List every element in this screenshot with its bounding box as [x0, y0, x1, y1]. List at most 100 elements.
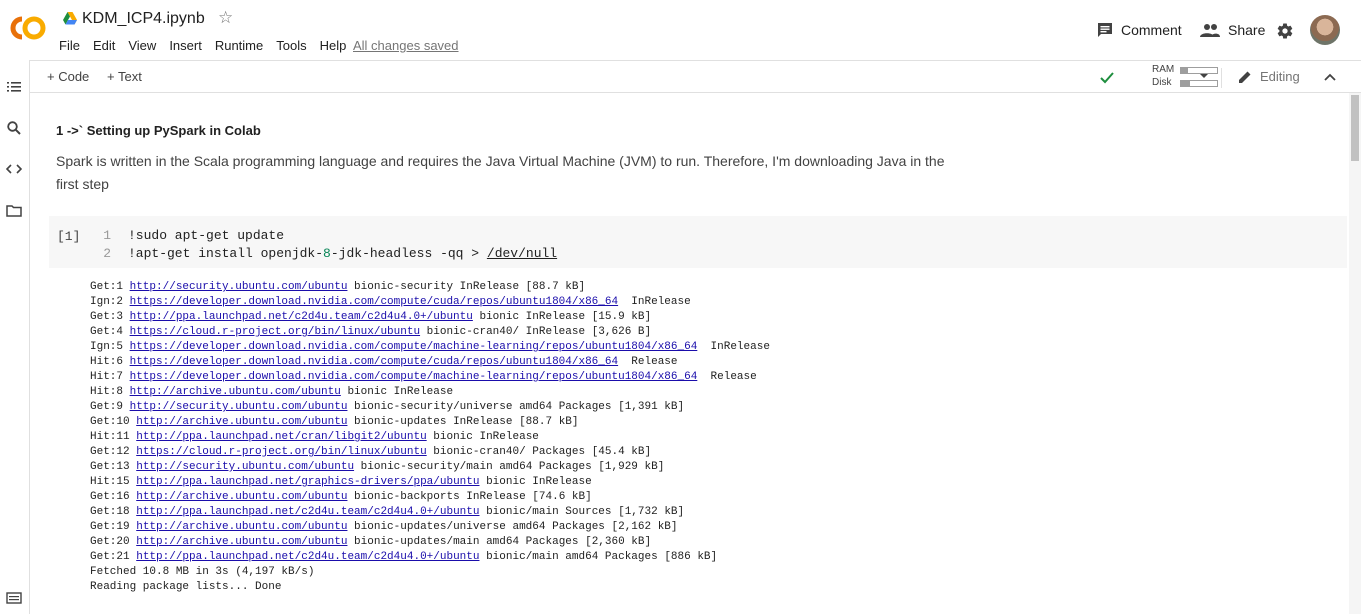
pencil-icon — [1239, 71, 1251, 83]
output-text: bionic InRelease — [479, 476, 592, 488]
code-number: 8 — [323, 246, 331, 261]
output-text: Release — [697, 371, 757, 383]
output-text: Ign:2 — [90, 296, 130, 308]
star-icon[interactable]: ☆ — [218, 8, 233, 28]
editing-label: Editing — [1260, 69, 1300, 84]
avatar[interactable] — [1310, 15, 1340, 45]
output-link[interactable]: https://developer.download.nvidia.com/co… — [130, 371, 698, 383]
people-icon — [1200, 24, 1220, 37]
share-label: Share — [1228, 22, 1266, 38]
output-text: InRelease — [697, 341, 770, 353]
output-line: Hit:11 http://ppa.launchpad.net/cran/lib… — [90, 430, 770, 445]
left-sidebar — [0, 60, 30, 614]
notebook-main: 1 ->` Setting up PySpark in Colab Spark … — [30, 93, 1361, 614]
code-line[interactable]: !apt-get install openjdk-8-jdk-headless … — [128, 246, 557, 261]
output-line: Get:1 http://security.ubuntu.com/ubuntu … — [90, 280, 770, 295]
save-status[interactable]: All changes saved — [353, 38, 459, 53]
menu-bar: File Edit View Insert Runtime Tools Help — [59, 38, 359, 53]
notebook-title[interactable]: KDM_ICP4.ipynb — [82, 10, 205, 28]
output-line: Hit:15 http://ppa.launchpad.net/graphics… — [90, 475, 770, 490]
share-button[interactable]: Share — [1200, 22, 1265, 38]
output-link[interactable]: http://archive.ubuntu.com/ubuntu — [136, 491, 347, 503]
add-text-button[interactable]: + Text — [107, 69, 142, 84]
menu-tools[interactable]: Tools — [276, 38, 306, 53]
comment-icon — [1098, 23, 1112, 37]
output-text: Hit:6 — [90, 356, 130, 368]
output-link[interactable]: http://security.ubuntu.com/ubuntu — [130, 281, 348, 293]
menu-file[interactable]: File — [59, 38, 80, 53]
code-path: /dev/null — [486, 246, 558, 261]
output-link[interactable]: https://developer.download.nvidia.com/co… — [130, 341, 698, 353]
output-link[interactable]: http://ppa.launchpad.net/c2d4u.team/c2d4… — [130, 311, 473, 323]
colab-logo-icon[interactable] — [8, 14, 48, 42]
output-link[interactable]: http://archive.ubuntu.com/ubuntu — [136, 416, 347, 428]
menu-help[interactable]: Help — [320, 38, 347, 53]
text-cell[interactable]: 1 ->` Setting up PySpark in Colab Spark … — [56, 123, 986, 196]
google-drive-icon — [63, 12, 77, 25]
output-text: bionic-cran40/ Packages [45.4 kB] — [426, 446, 652, 458]
menu-runtime[interactable]: Runtime — [215, 38, 263, 53]
output-text: bionic-security/main amd64 Packages [1,9… — [354, 461, 665, 473]
comment-label: Comment — [1121, 22, 1182, 38]
output-text: bionic-cran40/ InRelease [3,626 B] — [420, 326, 652, 338]
code-line[interactable]: !sudo apt-get update — [128, 228, 284, 243]
output-text: Hit:11 — [90, 431, 137, 443]
output-text: Get:20 — [90, 536, 137, 548]
chevron-up-icon[interactable] — [1324, 71, 1336, 83]
output-text: Get:13 — [90, 461, 137, 473]
chevron-down-icon[interactable] — [1198, 70, 1210, 82]
line-number: 2 — [103, 246, 111, 261]
output-text: InRelease — [618, 296, 691, 308]
output-link[interactable]: http://archive.ubuntu.com/ubuntu — [136, 536, 347, 548]
folder-icon[interactable] — [6, 203, 22, 219]
output-text: Get:1 — [90, 281, 130, 293]
output-link[interactable]: http://security.ubuntu.com/ubuntu — [130, 401, 348, 413]
output-text: bionic-updates/universe amd64 Packages [… — [347, 521, 678, 533]
output-link[interactable]: https://cloud.r-project.org/bin/linux/ub… — [136, 446, 426, 458]
output-text: Get:18 — [90, 506, 137, 518]
output-link[interactable]: https://developer.download.nvidia.com/co… — [130, 356, 618, 368]
menu-view[interactable]: View — [128, 38, 156, 53]
output-line: Get:13 http://security.ubuntu.com/ubuntu… — [90, 460, 770, 475]
output-line: Get:18 http://ppa.launchpad.net/c2d4u.te… — [90, 505, 770, 520]
output-link[interactable]: http://archive.ubuntu.com/ubuntu — [130, 386, 341, 398]
gear-icon[interactable] — [1276, 22, 1294, 40]
output-link[interactable]: http://ppa.launchpad.net/c2d4u.team/c2d4… — [136, 506, 479, 518]
output-link[interactable]: http://archive.ubuntu.com/ubuntu — [136, 521, 347, 533]
output-line: Get:10 http://archive.ubuntu.com/ubuntu … — [90, 415, 770, 430]
ram-usage-fill — [1181, 68, 1189, 73]
output-text: Reading package lists... Done — [90, 581, 282, 593]
output-text: Release — [618, 356, 678, 368]
scrollbar-thumb[interactable] — [1351, 95, 1359, 161]
vertical-scrollbar[interactable] — [1349, 93, 1361, 614]
output-link[interactable]: https://developer.download.nvidia.com/co… — [130, 296, 618, 308]
output-text: Get:10 — [90, 416, 137, 428]
output-link[interactable]: http://security.ubuntu.com/ubuntu — [136, 461, 354, 473]
output-link[interactable]: http://ppa.launchpad.net/cran/libgit2/ub… — [136, 431, 426, 443]
output-link[interactable]: https://cloud.r-project.org/bin/linux/ub… — [130, 326, 420, 338]
output-link[interactable]: http://ppa.launchpad.net/c2d4u.team/c2d4… — [136, 551, 479, 563]
output-line: Ign:2 https://developer.download.nvidia.… — [90, 295, 770, 310]
output-line: Get:19 http://archive.ubuntu.com/ubuntu … — [90, 520, 770, 535]
output-link[interactable]: http://ppa.launchpad.net/graphics-driver… — [136, 476, 479, 488]
output-line: Fetched 10.8 MB in 3s (4,197 kB/s) — [90, 565, 770, 580]
comment-button[interactable]: Comment — [1097, 22, 1182, 38]
search-icon[interactable] — [6, 120, 22, 136]
paragraph-line: first step — [56, 176, 109, 192]
cell-paragraph: Spark is written in the Scala programmin… — [56, 150, 986, 196]
code-cell[interactable]: [1] 1 2 !sudo apt-get update !apt-get in… — [49, 216, 1347, 268]
menu-insert[interactable]: Insert — [169, 38, 202, 53]
add-code-button[interactable]: + Code — [47, 69, 89, 84]
menu-edit[interactable]: Edit — [93, 38, 115, 53]
terminal-icon[interactable] — [6, 590, 22, 606]
table-of-contents-icon[interactable] — [6, 79, 22, 95]
output-text: bionic-updates InRelease [88.7 kB] — [347, 416, 579, 428]
code-snippets-icon[interactable] — [6, 161, 22, 177]
execution-count: [1] — [57, 229, 81, 244]
output-line: Reading package lists... Done — [90, 580, 770, 595]
editing-mode-button[interactable]: Editing — [1238, 69, 1300, 84]
code-text: !sudo apt-get update — [128, 228, 285, 243]
output-line: Get:3 http://ppa.launchpad.net/c2d4u.tea… — [90, 310, 770, 325]
cell-heading: 1 ->` Setting up PySpark in Colab — [56, 123, 261, 138]
output-text: Get:12 — [90, 446, 137, 458]
